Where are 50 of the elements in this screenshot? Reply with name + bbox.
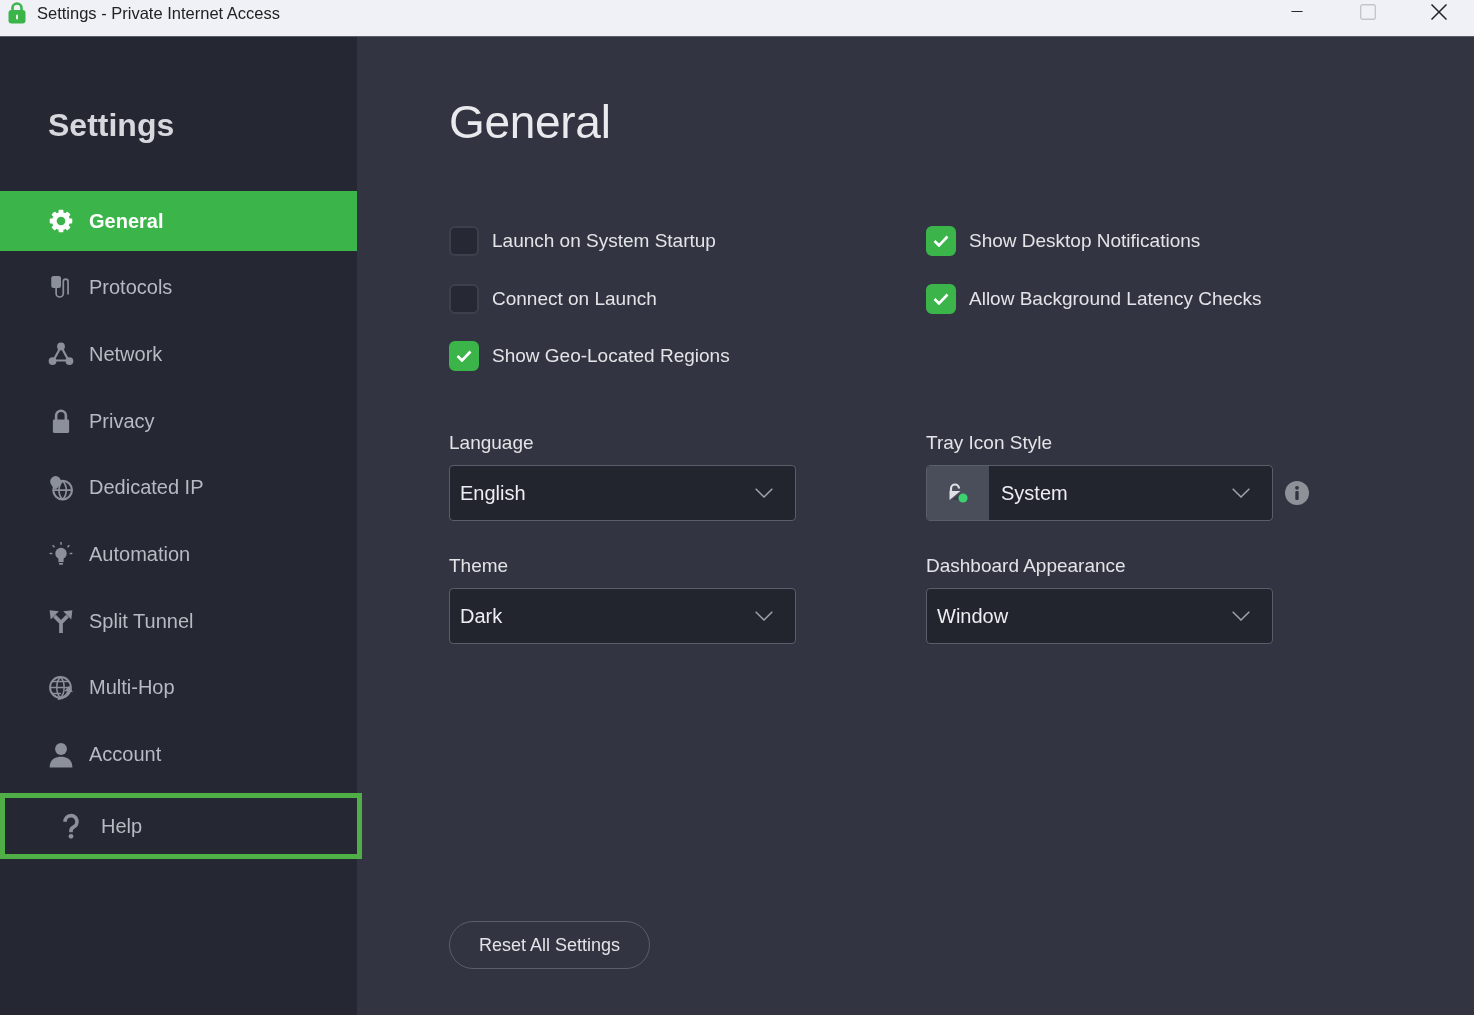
window-title: Settings - Private Internet Access (37, 3, 281, 23)
lightbulb-icon (48, 541, 74, 568)
padlock-icon (8, 2, 26, 24)
chevron-down-icon (1232, 488, 1250, 498)
fork-arrow-icon (48, 608, 74, 635)
sidebar-item[interactable]: Automation (0, 524, 357, 585)
user-icon (48, 741, 74, 768)
checkbox-label: Show Desktop Notifications (969, 230, 1201, 252)
check-icon (933, 292, 949, 305)
maximize-icon (1359, 4, 1376, 20)
checkbox-label: Connect on Launch (492, 287, 657, 310)
minimize-icon (1288, 11, 1305, 13)
dropdown-label: Tray Icon Style (926, 431, 1052, 455)
sidebar-item[interactable]: Protocols (0, 257, 357, 318)
checkbox-label: Allow Background Latency Checks (969, 287, 1262, 310)
dropdown-label: Theme (449, 554, 509, 578)
sidebar-item[interactable]: Privacy (0, 391, 357, 452)
chevron-down-icon (755, 611, 773, 621)
checkbox[interactable] (449, 283, 479, 314)
checkbox[interactable] (926, 283, 956, 314)
sidebar-item[interactable]: Help (0, 793, 362, 860)
check-icon (933, 235, 949, 247)
dropdown[interactable]: System (926, 465, 1273, 521)
checkbox-label: Show Geo-Located Regions (492, 345, 730, 367)
checkbox[interactable] (449, 341, 479, 371)
sidebar-item[interactable]: Account (0, 724, 357, 785)
dropdown[interactable]: English (449, 465, 796, 521)
gear-icon (48, 208, 74, 234)
sidebar-title: Settings (48, 107, 175, 143)
dropdown-label: Dashboard Appearance (926, 554, 1126, 578)
checkbox[interactable] (926, 226, 956, 256)
dropdown[interactable]: Window (926, 588, 1273, 644)
lock-dot-icon (948, 483, 968, 503)
checkbox-label: Launch on System Startup (492, 230, 716, 252)
sidebar-item[interactable]: Split Tunnel (0, 591, 357, 652)
close-icon (1430, 4, 1447, 20)
page-heading: General (449, 95, 611, 150)
globe-arrow-icon (48, 674, 74, 701)
dropdown-label: Language (449, 431, 534, 455)
network-icon (48, 341, 74, 368)
globe-pin-icon (48, 474, 74, 501)
sidebar-item[interactable]: Multi-Hop (0, 657, 357, 718)
chevron-down-icon (1232, 611, 1250, 621)
sidebar-item[interactable]: Dedicated IP (0, 457, 357, 518)
checkbox[interactable] (449, 226, 479, 256)
check-icon (456, 350, 472, 362)
dropdown[interactable]: Dark (449, 588, 796, 644)
sidebar-item[interactable]: Network (0, 324, 357, 385)
chevron-down-icon (755, 488, 773, 498)
info-icon[interactable] (1285, 481, 1309, 505)
